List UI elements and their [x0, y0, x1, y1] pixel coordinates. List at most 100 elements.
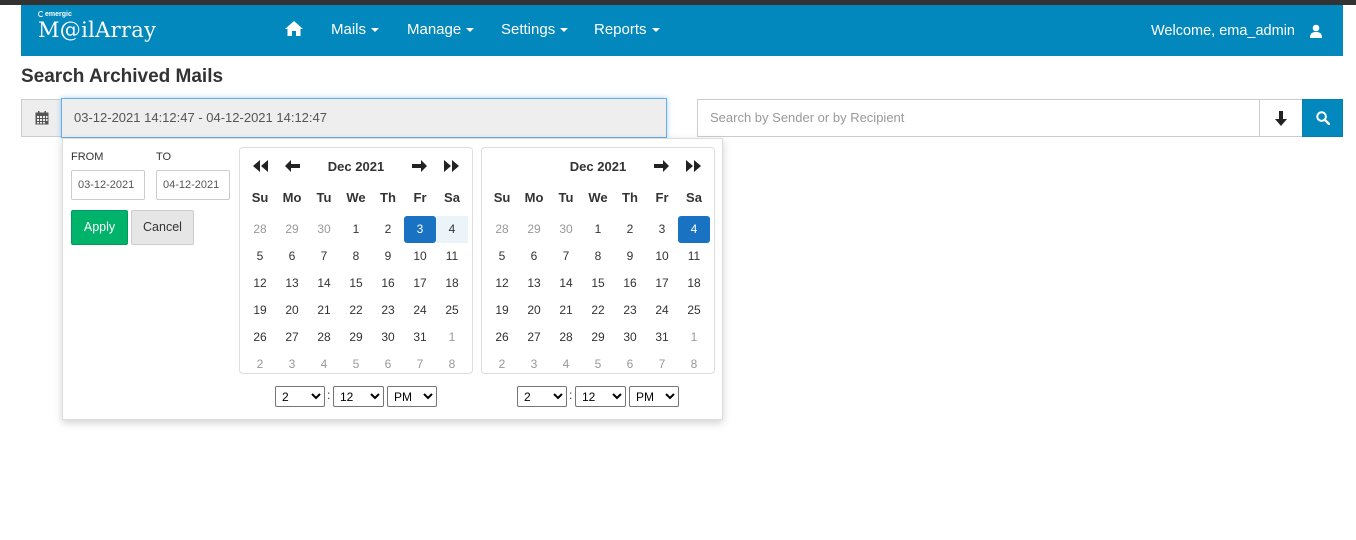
calendar-day[interactable]: 19: [244, 297, 276, 324]
calendar-day[interactable]: 18: [436, 270, 468, 297]
download-button[interactable]: [1259, 99, 1303, 137]
calendar-day[interactable]: 1: [436, 324, 468, 351]
to-date-input[interactable]: 04-12-2021: [156, 170, 230, 200]
calendar-day[interactable]: 25: [436, 297, 468, 324]
next-month-icon[interactable]: [652, 159, 670, 173]
calendar-day[interactable]: 22: [340, 297, 372, 324]
next-year-icon[interactable]: [442, 159, 460, 173]
calendar-day[interactable]: 4: [436, 216, 468, 243]
calendar-day[interactable]: 22: [582, 297, 614, 324]
calendar-day[interactable]: 7: [646, 351, 678, 378]
end-minute-select[interactable]: 12: [575, 386, 626, 407]
calendar-day[interactable]: 26: [486, 324, 518, 351]
calendar-day[interactable]: 2: [614, 216, 646, 243]
calendar-day[interactable]: 2: [244, 351, 276, 378]
calendar-day[interactable]: 16: [372, 270, 404, 297]
nav-reports[interactable]: Reports: [594, 21, 660, 38]
calendar-day[interactable]: 4: [308, 351, 340, 378]
user-icon[interactable]: [1309, 24, 1323, 38]
calendar-day[interactable]: 3: [276, 351, 308, 378]
calendar-day[interactable]: 20: [276, 297, 308, 324]
calendar-day[interactable]: 6: [276, 243, 308, 270]
calendar-day[interactable]: 12: [486, 270, 518, 297]
calendar-day[interactable]: 9: [614, 243, 646, 270]
calendar-day[interactable]: 8: [582, 243, 614, 270]
calendar-day[interactable]: 8: [340, 243, 372, 270]
calendar-day[interactable]: 8: [436, 351, 468, 378]
calendar-day[interactable]: 5: [244, 243, 276, 270]
calendar-day[interactable]: 3: [404, 216, 436, 243]
calendar-day[interactable]: 21: [550, 297, 582, 324]
calendar-day[interactable]: 17: [404, 270, 436, 297]
calendar-day[interactable]: 5: [582, 351, 614, 378]
calendar-day[interactable]: 2: [372, 216, 404, 243]
home-icon[interactable]: [284, 19, 304, 39]
calendar-day[interactable]: 26: [244, 324, 276, 351]
end-hour-select[interactable]: 2: [517, 386, 567, 407]
welcome-user[interactable]: Welcome, ema_admin: [1151, 23, 1295, 39]
calendar-day[interactable]: 30: [372, 324, 404, 351]
calendar-day[interactable]: 7: [404, 351, 436, 378]
calendar-day[interactable]: 28: [550, 324, 582, 351]
calendar-day[interactable]: 4: [678, 216, 710, 243]
calendar-day[interactable]: 15: [582, 270, 614, 297]
calendar-day[interactable]: 14: [308, 270, 340, 297]
calendar-day[interactable]: 17: [646, 270, 678, 297]
calendar-day[interactable]: 28: [244, 216, 276, 243]
calendar-day[interactable]: 24: [646, 297, 678, 324]
calendar-day[interactable]: 6: [614, 351, 646, 378]
calendar-day[interactable]: 27: [276, 324, 308, 351]
calendar-day[interactable]: 30: [614, 324, 646, 351]
calendar-day[interactable]: 13: [276, 270, 308, 297]
calendar-day[interactable]: 29: [340, 324, 372, 351]
prev-year-icon[interactable]: [252, 159, 270, 173]
calendar-day[interactable]: 21: [308, 297, 340, 324]
calendar-day[interactable]: 28: [308, 324, 340, 351]
date-range-input[interactable]: 03-12-2021 14:12:47 - 04-12-2021 14:12:4…: [61, 98, 667, 138]
calendar-day[interactable]: 4: [550, 351, 582, 378]
calendar-day[interactable]: 23: [372, 297, 404, 324]
calendar-day[interactable]: 7: [308, 243, 340, 270]
search-input[interactable]: Search by Sender or by Recipient: [697, 99, 1260, 137]
start-minute-select[interactable]: 12: [333, 386, 384, 407]
calendar-day[interactable]: 3: [518, 351, 550, 378]
calendar-day[interactable]: 9: [372, 243, 404, 270]
calendar-day[interactable]: 5: [486, 243, 518, 270]
prev-month-icon[interactable]: [284, 159, 302, 173]
calendar-day[interactable]: 11: [436, 243, 468, 270]
calendar-day[interactable]: 1: [582, 216, 614, 243]
calendar-day[interactable]: 2: [486, 351, 518, 378]
nav-mails[interactable]: Mails: [331, 21, 380, 38]
calendar-day[interactable]: 11: [678, 243, 710, 270]
calendar-day[interactable]: 5: [340, 351, 372, 378]
search-button[interactable]: [1302, 99, 1343, 137]
calendar-day[interactable]: 30: [550, 216, 582, 243]
calendar-day[interactable]: 7: [550, 243, 582, 270]
calendar-addon[interactable]: [21, 99, 61, 137]
end-ampm-select[interactable]: PM: [629, 386, 679, 407]
calendar-day[interactable]: 29: [518, 216, 550, 243]
calendar-day[interactable]: 16: [614, 270, 646, 297]
calendar-day[interactable]: 10: [404, 243, 436, 270]
calendar-day[interactable]: 29: [582, 324, 614, 351]
nav-manage[interactable]: Manage: [407, 21, 475, 38]
calendar-day[interactable]: 30: [308, 216, 340, 243]
next-month-icon[interactable]: [410, 159, 428, 173]
calendar-day[interactable]: 23: [614, 297, 646, 324]
calendar-day[interactable]: 6: [518, 243, 550, 270]
calendar-day[interactable]: 20: [518, 297, 550, 324]
calendar-day[interactable]: 15: [340, 270, 372, 297]
calendar-day[interactable]: 3: [646, 216, 678, 243]
calendar-day[interactable]: 25: [678, 297, 710, 324]
calendar-day[interactable]: 1: [678, 324, 710, 351]
calendar-day[interactable]: 28: [486, 216, 518, 243]
calendar-day[interactable]: 27: [518, 324, 550, 351]
next-year-icon[interactable]: [684, 159, 702, 173]
calendar-day[interactable]: 31: [646, 324, 678, 351]
calendar-day[interactable]: 6: [372, 351, 404, 378]
calendar-day[interactable]: 13: [518, 270, 550, 297]
calendar-day[interactable]: 31: [404, 324, 436, 351]
calendar-day[interactable]: 8: [678, 351, 710, 378]
calendar-day[interactable]: 14: [550, 270, 582, 297]
calendar-day[interactable]: 12: [244, 270, 276, 297]
